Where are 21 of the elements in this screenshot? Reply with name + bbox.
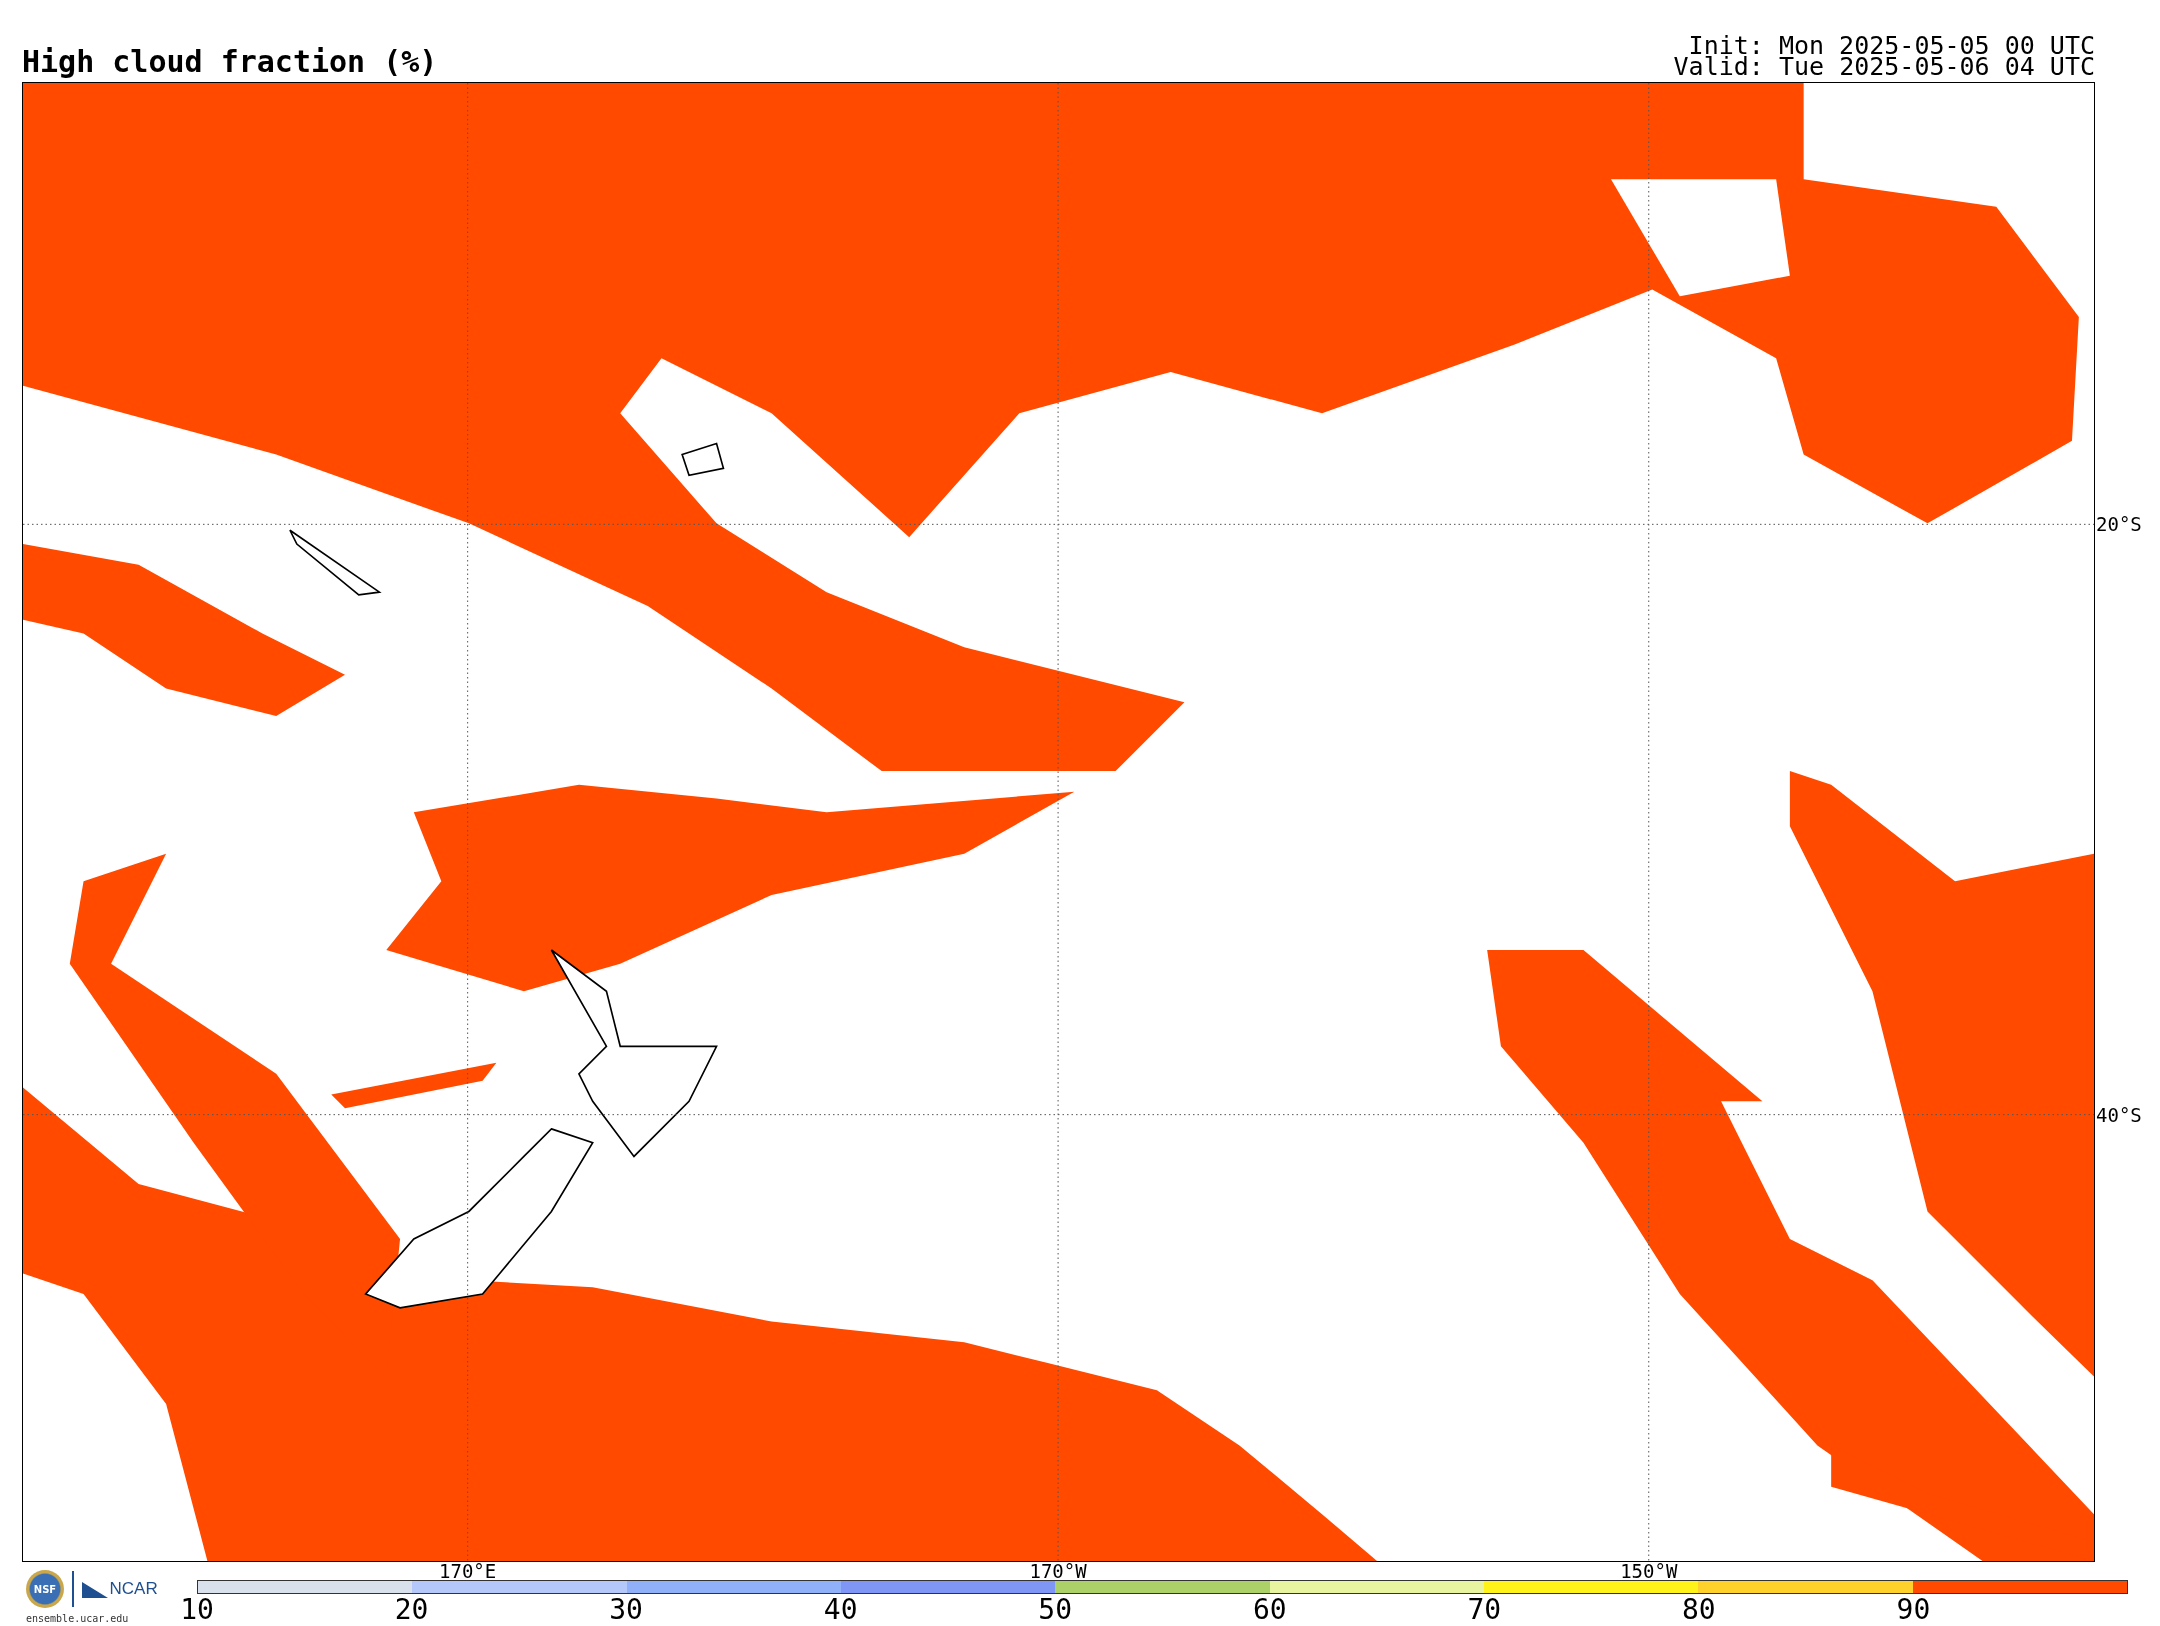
longitude-label: 170°W	[1029, 1562, 1087, 1581]
ncar-text: NCAR	[109, 1579, 158, 1599]
latitude-label: 20°S	[2096, 513, 2142, 536]
latitude-label: 40°S	[2096, 1103, 2142, 1126]
scale-tick-label: 30	[609, 1596, 643, 1624]
scale-tick-label: 80	[1682, 1596, 1716, 1624]
scale-tick-label: 20	[394, 1596, 429, 1624]
nsf-logo: NSF	[26, 1570, 64, 1608]
triangle-icon	[81, 1580, 108, 1598]
scale-tick-label: 10	[180, 1596, 214, 1624]
init-time: Init: Mon 2025-05-05 00 UTC	[1688, 34, 2095, 56]
scale-tick-label: 70	[1467, 1596, 1502, 1624]
scale-tick-label: 50	[1038, 1596, 1073, 1624]
scale-tick-label: 90	[1896, 1596, 1931, 1624]
valid-time: Valid: Tue 2025-05-06 04 UTC	[1673, 55, 2095, 77]
source-url: ensemble.ucar.edu	[26, 1613, 130, 1624]
longitude-label: 150°W	[1620, 1562, 1678, 1581]
scale-tick-label: 60	[1252, 1596, 1287, 1624]
longitude-label: 170°E	[439, 1562, 497, 1581]
plot-title: High cloud fraction (%)	[22, 47, 438, 77]
scale-tick-label: 40	[823, 1596, 858, 1624]
